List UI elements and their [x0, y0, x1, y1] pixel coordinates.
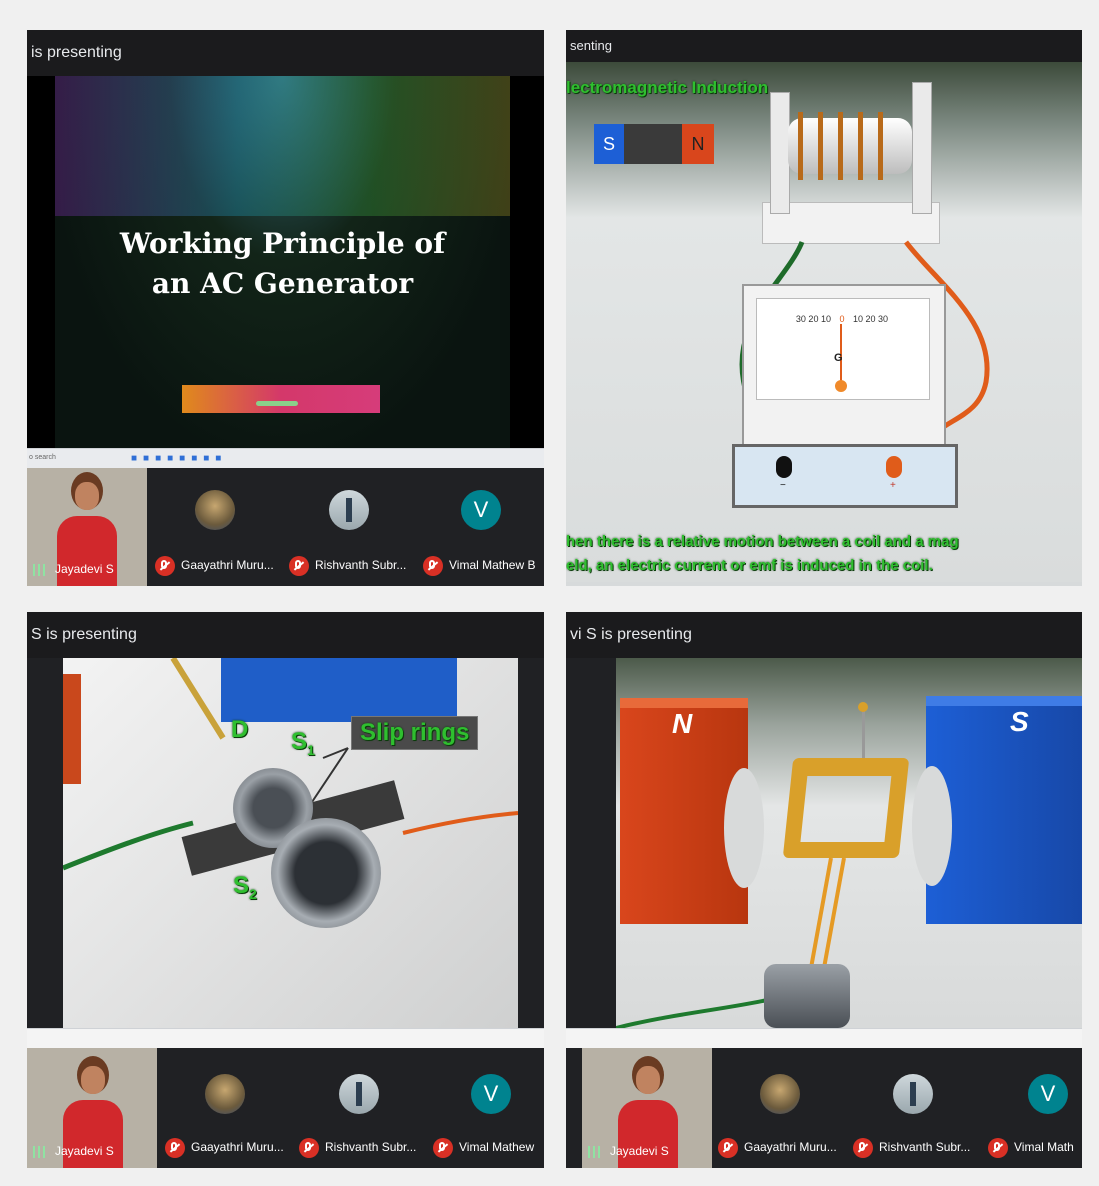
- label-s2: S2: [233, 872, 257, 902]
- participant-tile[interactable]: Gaayathri Muru...: [163, 1048, 293, 1168]
- terminal-plus: [886, 456, 902, 478]
- mic-off-icon: [289, 556, 309, 576]
- mic-off-icon: [853, 1138, 873, 1158]
- meet-panel-ac-generator: vi S is presenting N S Jayadevi S Gaayat…: [566, 612, 1082, 1168]
- presenting-label: is presenting: [31, 44, 122, 61]
- slide-title: Working Principle of an AC Generator: [119, 227, 446, 300]
- avatar: V: [461, 490, 501, 530]
- taskbar-icons: ■■■■■■■■: [131, 453, 228, 464]
- presenting-bar: S is presenting: [27, 612, 544, 658]
- self-video-tile[interactable]: Jayadevi S: [582, 1048, 712, 1168]
- mic-off-icon: [165, 1138, 185, 1158]
- avatar: [893, 1074, 933, 1114]
- participant-tile[interactable]: Rishvanth Subr...: [287, 468, 422, 586]
- mic-off-icon: [433, 1138, 453, 1158]
- participant-filmstrip: Jayadevi S Gaayathri Muru... Rishvanth S…: [566, 1048, 1082, 1168]
- banner-ad: [182, 385, 380, 413]
- participant-filmstrip: Jayadevi S Gaayathri Muru... Rishvanth S…: [27, 1048, 544, 1168]
- speaking-icon: [33, 563, 45, 576]
- participant-name: Gaayathri Muru...: [744, 1140, 837, 1155]
- presenting-label: senting: [570, 38, 612, 53]
- meet-panel-induction: senting lectromagnetic Induction S N 30 …: [566, 30, 1082, 586]
- participant-tile[interactable]: Rishvanth Subr...: [851, 1048, 986, 1168]
- participant-name: Rishvanth Subr...: [315, 558, 407, 573]
- participant-name: Rishvanth Subr...: [879, 1140, 971, 1155]
- slide-caption: hen there is a relative motion between a…: [566, 533, 959, 574]
- avatar: V: [1028, 1074, 1068, 1114]
- terminal-minus: [776, 456, 792, 478]
- participant-tile[interactable]: V Vimal Math: [988, 1048, 1082, 1168]
- participant-name: Jayadevi S: [610, 1144, 669, 1158]
- mic-off-icon: [718, 1138, 738, 1158]
- presenting-label: S is presenting: [31, 626, 137, 643]
- participant-tile[interactable]: Gaayathri Muru...: [153, 468, 283, 586]
- participant-name: Vimal Math: [1014, 1140, 1074, 1155]
- self-video-tile[interactable]: Jayadevi S: [27, 1048, 157, 1168]
- label-s1: S1: [291, 728, 315, 758]
- presenting-label: vi S is presenting: [570, 626, 692, 643]
- shared-slide: D S1 S2 Slip rings: [63, 658, 518, 1028]
- participant-name: Gaayathri Muru...: [191, 1140, 284, 1155]
- shared-slide: lectromagnetic Induction S N 30 20 10 0: [566, 62, 1082, 582]
- participant-name: Rishvanth Subr...: [325, 1140, 417, 1155]
- slip-rings-label: Slip rings: [351, 716, 479, 750]
- slip-ring: [764, 964, 850, 1028]
- participant-tile[interactable]: V Vimal Mathew: [433, 1048, 544, 1168]
- slip-rings: [181, 768, 405, 928]
- participant-name: Vimal Mathew B: [449, 558, 536, 573]
- meet-panel-slip-rings: S is presenting D S1 S2 Slip rings Jayad…: [27, 612, 544, 1168]
- participant-name: Vimal Mathew: [459, 1140, 535, 1155]
- shared-slide: Working Principle of an AC Generator: [27, 76, 544, 448]
- presenting-bar: senting: [566, 30, 1082, 62]
- avatar: [329, 490, 369, 530]
- meet-panel-title-slide: is presenting Working Principle of an AC…: [27, 30, 544, 586]
- mic-off-icon: [988, 1138, 1008, 1158]
- self-video-tile[interactable]: Jayadevi S: [27, 468, 147, 586]
- participant-name: Gaayathri Muru...: [181, 558, 274, 573]
- presenting-bar: vi S is presenting: [566, 612, 1082, 658]
- taskbar-search[interactable]: o search: [29, 454, 56, 461]
- shared-slide: N S: [616, 658, 1082, 1028]
- label-d: D: [231, 716, 249, 743]
- avatar: [339, 1074, 379, 1114]
- avatar: [205, 1074, 245, 1114]
- galvanometer: 30 20 10 0 10 20 30 G − +: [732, 284, 958, 534]
- taskbar: [566, 1028, 1082, 1049]
- galvanometer-letter: G: [834, 352, 843, 364]
- galvanometer-scale: 30 20 10 0 10 20 30: [795, 314, 889, 324]
- avatar: [760, 1074, 800, 1114]
- participant-tile[interactable]: V Vimal Mathew B: [423, 468, 544, 586]
- participant-tile[interactable]: Rishvanth Subr...: [297, 1048, 432, 1168]
- participant-filmstrip: Jayadevi S Gaayathri Muru... Rishvanth S…: [27, 468, 544, 586]
- speaking-icon: [33, 1145, 45, 1158]
- presenting-bar: is presenting: [27, 30, 544, 76]
- avatar: [195, 490, 235, 530]
- participant-tile[interactable]: Gaayathri Muru...: [716, 1048, 846, 1168]
- mic-off-icon: [155, 556, 175, 576]
- taskbar: o search ■■■■■■■■: [27, 448, 544, 469]
- avatar: V: [471, 1074, 511, 1114]
- participant-name: Jayadevi S: [55, 1144, 114, 1158]
- participant-name: Jayadevi S: [55, 562, 114, 576]
- taskbar: [27, 1028, 544, 1049]
- speaking-icon: [588, 1145, 600, 1158]
- mic-off-icon: [299, 1138, 319, 1158]
- mic-off-icon: [423, 556, 443, 576]
